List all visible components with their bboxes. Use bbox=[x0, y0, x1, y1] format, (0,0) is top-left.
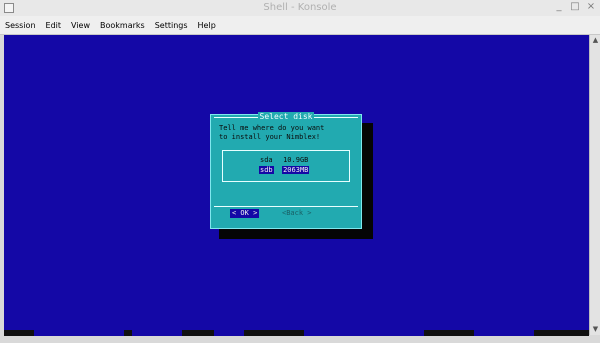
menu-bookmarks[interactable]: Bookmarks bbox=[95, 21, 150, 30]
menu-session[interactable]: Session bbox=[0, 21, 41, 30]
terminal-bottom-strip bbox=[4, 330, 589, 336]
dialog-message-line2: to install your Nimblex! bbox=[219, 133, 321, 141]
ok-button[interactable]: < OK > bbox=[230, 209, 260, 218]
disk-item-sda[interactable]: sda 10.9GB bbox=[259, 156, 309, 165]
menu-view[interactable]: View bbox=[66, 21, 95, 30]
scroll-down-icon[interactable]: ▼ bbox=[591, 325, 600, 334]
select-disk-dialog: Select disk Tell me where do you want to… bbox=[210, 112, 362, 229]
scroll-up-icon[interactable]: ▲ bbox=[591, 36, 600, 45]
menubar: Session Edit View Bookmarks Settings Hel… bbox=[0, 16, 600, 35]
disk-item-sdb[interactable]: sdb 2063MB bbox=[259, 166, 310, 175]
dialog-title-text: Select disk bbox=[257, 112, 315, 121]
dialog-separator bbox=[214, 206, 358, 207]
disk-size: 10.9GB bbox=[283, 156, 309, 164]
menu-help[interactable]: Help bbox=[193, 21, 221, 30]
dialog-message: Tell me where do you want to install you… bbox=[219, 124, 355, 142]
disk-device: sdb bbox=[259, 166, 274, 174]
terminal-scrollbar[interactable]: ▲ ▼ bbox=[589, 35, 600, 335]
disk-list: sda 10.9GB sdb 2063MB bbox=[222, 150, 350, 182]
dialog-title: Select disk bbox=[210, 112, 362, 121]
menu-edit[interactable]: Edit bbox=[41, 21, 67, 30]
window-controls: _ □ × bbox=[554, 2, 596, 12]
window-title: Shell - Konsole bbox=[263, 2, 337, 13]
disk-size: 2063MB bbox=[282, 166, 310, 174]
back-button[interactable]: <Back > bbox=[282, 209, 312, 218]
window-titlebar[interactable]: Shell - Konsole _ □ × bbox=[0, 0, 600, 17]
menu-settings[interactable]: Settings bbox=[150, 21, 193, 30]
dialog-message-line1: Tell me where do you want bbox=[219, 124, 325, 132]
disk-device: sda bbox=[260, 156, 273, 164]
minimize-icon[interactable]: _ bbox=[554, 2, 564, 12]
maximize-icon[interactable]: □ bbox=[570, 2, 580, 12]
close-icon[interactable]: × bbox=[586, 2, 596, 12]
